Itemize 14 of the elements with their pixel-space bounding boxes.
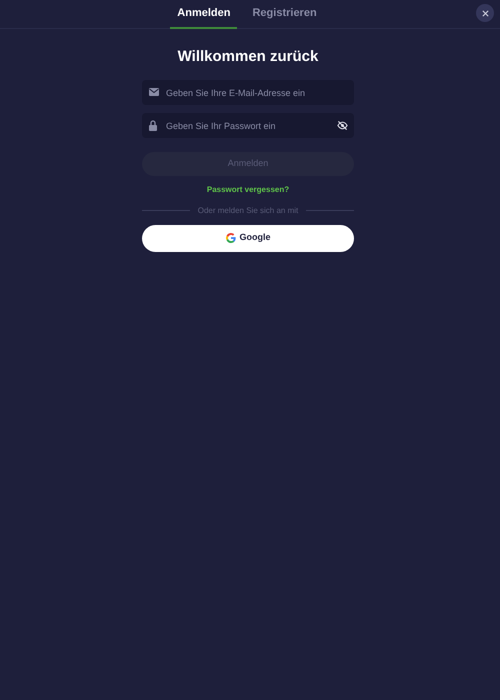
hidden-eye-icon[interactable] bbox=[337, 120, 348, 130]
divider-text: Oder melden Sie sich an mit bbox=[198, 204, 298, 216]
password-field[interactable]: Geben Sie Ihr Passwort ein bbox=[142, 113, 354, 138]
email-field[interactable]: Geben Sie Ihre E-Mail-Adresse ein bbox=[142, 80, 354, 105]
close-icon bbox=[482, 10, 488, 16]
page-title: Willkommen zurück bbox=[176, 47, 320, 67]
tab[interactable]: Registrieren bbox=[245, 0, 324, 29]
forgot-password-link[interactable]: Passwort vergessen? bbox=[206, 184, 290, 196]
tab[interactable]: Anmelden bbox=[170, 0, 238, 29]
lock-icon bbox=[149, 120, 157, 130]
envelope-icon bbox=[149, 88, 159, 96]
google-button[interactable]: Google bbox=[142, 224, 354, 252]
close-button[interactable] bbox=[476, 4, 494, 22]
google-logo-icon bbox=[226, 233, 236, 243]
